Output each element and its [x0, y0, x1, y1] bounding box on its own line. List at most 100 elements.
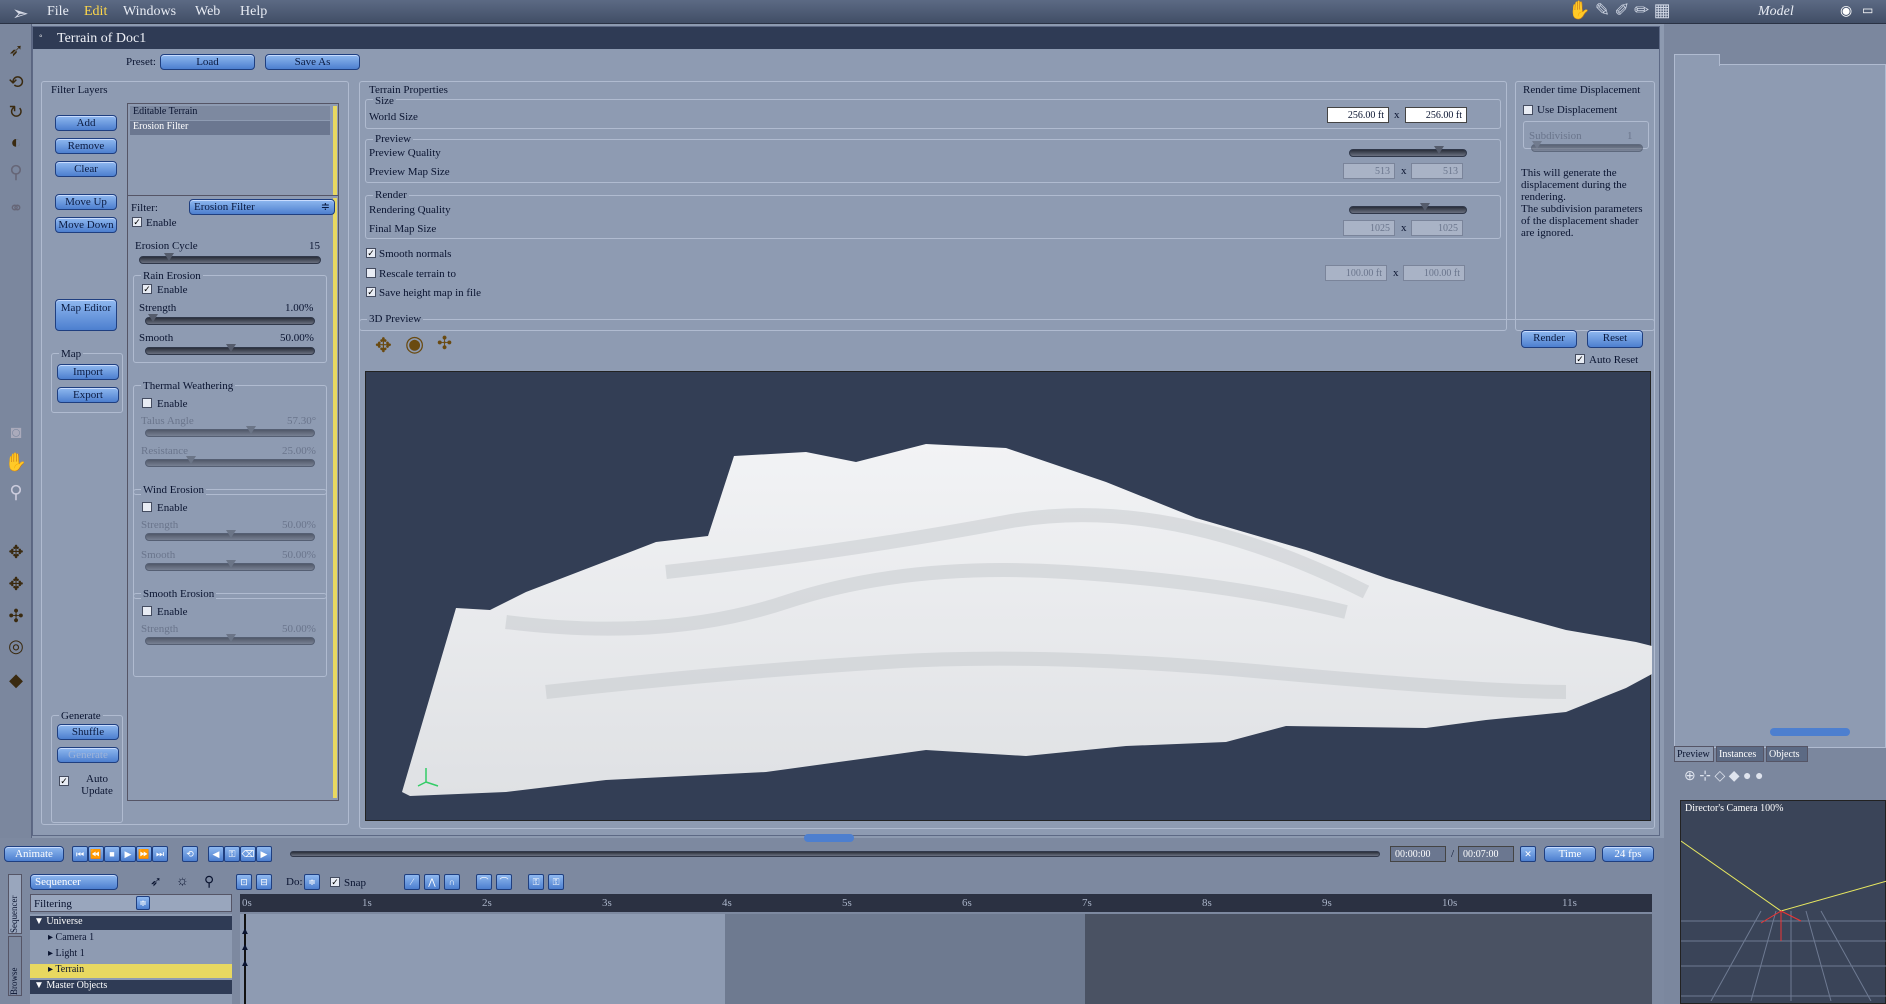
tree-terrain[interactable]: ▸ Terrain	[30, 964, 232, 978]
rain-enable-checkbox[interactable]: ✓	[142, 284, 152, 294]
slider-knob[interactable]	[246, 426, 256, 434]
keyframe-icon[interactable]: ▲	[240, 926, 250, 937]
keys-icon[interactable]: ⚿	[528, 874, 544, 890]
world-size-x-field[interactable]: 256.00 ft	[1327, 107, 1389, 123]
remove-button[interactable]: Remove	[55, 138, 117, 154]
clear-button[interactable]: Clear	[55, 161, 117, 177]
map-editor-button[interactable]: Map Editor	[55, 299, 117, 331]
time-mode-select[interactable]: Time	[1544, 846, 1596, 862]
browse-tab[interactable]: Browse	[8, 936, 22, 996]
wind-enable-checkbox[interactable]	[142, 502, 152, 512]
rain-strength-slider[interactable]	[145, 314, 315, 325]
curve-peak-icon[interactable]: ⋀	[424, 874, 440, 890]
fit-range-icon[interactable]: ⊟	[256, 874, 272, 890]
preview-map-size-y-field[interactable]: 513	[1411, 163, 1463, 179]
paperclip-icon[interactable]: ⚭	[4, 196, 28, 220]
zoom-icon[interactable]: ⚲	[4, 480, 28, 504]
wind-strength-slider[interactable]	[145, 530, 315, 541]
camera-preview[interactable]: Director's Camera 100%	[1680, 800, 1886, 1004]
eye-icon[interactable]: ◉	[1840, 3, 1852, 20]
export-button[interactable]: Export	[57, 387, 119, 403]
move-plane-icon[interactable]: ✣	[4, 604, 28, 628]
fps-select[interactable]: 24 fps	[1602, 846, 1654, 862]
menu-windows[interactable]: Windows	[123, 4, 176, 20]
tab-preview[interactable]: Preview	[1674, 746, 1714, 762]
orbit-icon[interactable]: ◉	[405, 331, 424, 357]
twist-tool-icon[interactable]: ↻	[4, 100, 28, 124]
window-close-icon[interactable]: ◦	[39, 31, 43, 42]
slider-knob[interactable]	[148, 314, 158, 322]
curve-smooth-icon[interactable]: ∩	[444, 874, 460, 890]
stop-icon[interactable]: ■	[104, 846, 120, 862]
talus-angle-slider[interactable]	[145, 426, 315, 437]
erosion-cycle-slider[interactable]	[139, 253, 321, 264]
reset-button[interactable]: Reset	[1587, 330, 1643, 348]
slider-knob[interactable]	[1420, 203, 1430, 211]
app-logo-icon[interactable]: ➣	[12, 1, 29, 26]
link-tool-icon[interactable]: ⚲	[4, 160, 28, 184]
rewind-icon[interactable]: ⏪	[88, 846, 104, 862]
sequencer-tab[interactable]: Sequencer	[8, 874, 22, 934]
time-scrubber[interactable]	[290, 851, 1380, 857]
render-button[interactable]: Render	[1521, 330, 1577, 348]
slider-knob[interactable]	[226, 530, 236, 538]
menu-file[interactable]: File	[47, 4, 69, 20]
zoom-timeline-icon[interactable]: ⚲	[204, 874, 214, 891]
resize-tool-icon[interactable]: ◐	[4, 130, 28, 154]
keyframe-icon[interactable]: ▲	[240, 958, 250, 969]
loop-icon[interactable]: ⟲	[182, 846, 198, 862]
camera-icon[interactable]: ◙	[4, 420, 28, 444]
list-scrollbar[interactable]	[333, 106, 337, 206]
list-item[interactable]: Editable Terrain	[130, 106, 330, 120]
use-displacement-checkbox[interactable]	[1523, 105, 1533, 115]
tree-master-objects[interactable]: ▼ Master Objects	[30, 980, 232, 994]
rescale-x-field[interactable]: 100.00 ft	[1325, 265, 1387, 281]
keys-all-icon[interactable]: ⚿	[548, 874, 564, 890]
snap-checkbox[interactable]: ✓	[330, 877, 340, 887]
trackball-icon[interactable]: ◎	[4, 634, 28, 658]
end-time-field[interactable]: 00:07:00	[1458, 846, 1514, 862]
thermal-enable-checkbox[interactable]	[142, 398, 152, 408]
select-arrow-icon[interactable]: ➶	[4, 38, 28, 62]
slider-knob[interactable]	[226, 344, 236, 352]
slider-knob[interactable]	[1532, 141, 1542, 149]
window-icon[interactable]: ▭	[1862, 3, 1873, 18]
tab-objects[interactable]: Objects	[1766, 746, 1808, 762]
tool-strip-icons[interactable]: ✋ ✎ ✐ ✏ ▦	[1568, 0, 1671, 21]
go-start-icon[interactable]: ⏮	[72, 846, 88, 862]
fast-forward-icon[interactable]: ⏩	[136, 846, 152, 862]
terrain-viewport[interactable]	[365, 371, 1652, 821]
smooth-enable-checkbox[interactable]	[142, 606, 152, 616]
slider-knob[interactable]	[226, 634, 236, 642]
time-ruler[interactable]: 0s 1s 2s 3s 4s 5s 6s 7s 8s 9s 10s 11s	[240, 894, 1652, 912]
import-button[interactable]: Import	[57, 364, 119, 380]
key-icon[interactable]: ⚿	[224, 846, 240, 862]
dolly-icon[interactable]: ✣	[437, 333, 452, 354]
preview-toolbar-icons[interactable]: ⊕ ⊹ ◇ ◆ ● ●	[1684, 768, 1763, 785]
save-as-button[interactable]: Save As	[265, 54, 360, 70]
move-4way-icon[interactable]: ✥	[4, 540, 28, 564]
rescale-checkbox[interactable]	[366, 268, 376, 278]
sequencer-select[interactable]: Sequencer	[30, 874, 118, 890]
rescale-y-field[interactable]: 100.00 ft	[1403, 265, 1465, 281]
move-3d-icon[interactable]: ✥	[4, 572, 28, 596]
settings-scrollbar[interactable]	[333, 198, 337, 798]
mode-label[interactable]: Model	[1758, 4, 1794, 20]
curve-ease-out-icon[interactable]: ⌒	[496, 874, 512, 890]
prev-key-icon[interactable]: ◀	[208, 846, 224, 862]
tree-camera[interactable]: ▸ Camera 1	[30, 932, 232, 946]
subdivision-slider[interactable]	[1531, 141, 1643, 152]
pan-icon[interactable]: ✥	[375, 333, 392, 358]
slider-knob[interactable]	[164, 253, 174, 261]
auto-reset-checkbox[interactable]: ✓	[1575, 354, 1585, 364]
collapse-handle[interactable]	[804, 834, 854, 842]
right-split-handle[interactable]	[1770, 728, 1850, 736]
menu-help[interactable]: Help	[240, 4, 267, 20]
slider-knob[interactable]	[1434, 146, 1444, 154]
trash-icon[interactable]: ⌫	[240, 846, 256, 862]
filtering-select[interactable]: ≑	[136, 896, 150, 910]
right-pane-tab[interactable]	[1674, 54, 1720, 66]
wind-smooth-slider[interactable]	[145, 560, 315, 571]
sun-icon[interactable]: ☼	[176, 874, 189, 890]
add-button[interactable]: Add	[55, 115, 117, 131]
